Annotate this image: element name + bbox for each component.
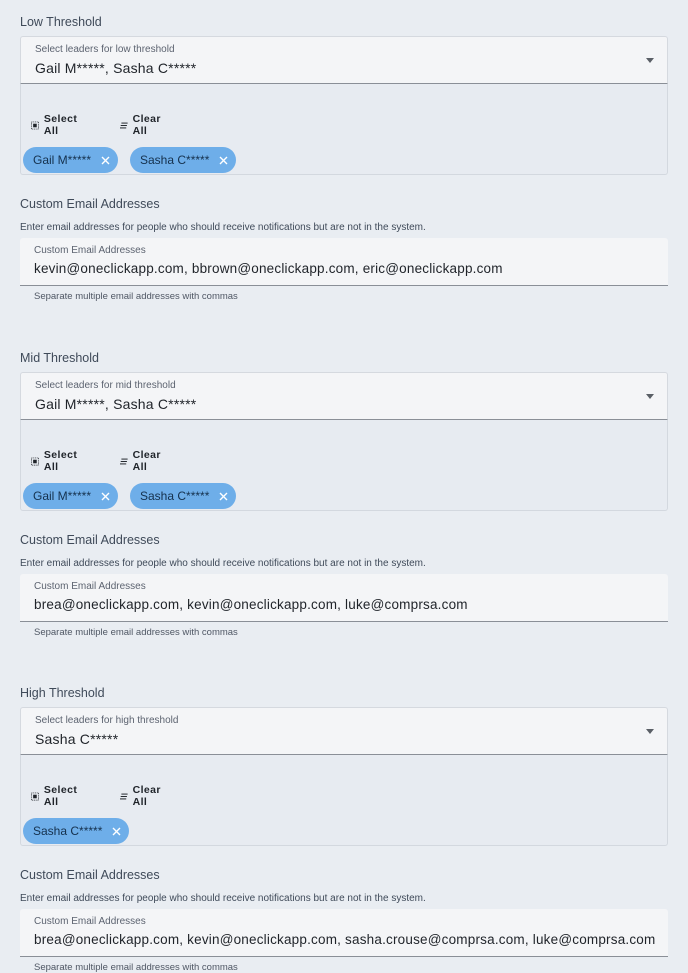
close-icon[interactable] bbox=[112, 827, 121, 836]
custom-email-title: Custom Email Addresses bbox=[20, 197, 160, 211]
chip-label: Gail M***** bbox=[33, 489, 92, 503]
custom-email-title: Custom Email Addresses bbox=[20, 868, 160, 882]
custom-email-label: Custom Email Addresses bbox=[34, 581, 146, 592]
select-all-icon bbox=[31, 457, 39, 465]
custom-email-title: Custom Email Addresses bbox=[20, 533, 160, 547]
chip-label: Sasha C***** bbox=[33, 824, 103, 838]
clear-all-icon bbox=[120, 122, 128, 128]
custom-email-help: Separate multiple email addresses with c… bbox=[34, 291, 238, 302]
custom-email-description: Enter email addresses for people who sho… bbox=[20, 893, 426, 904]
leader-chip[interactable]: Sasha C***** bbox=[130, 483, 237, 509]
custom-email-label: Custom Email Addresses bbox=[34, 245, 146, 256]
select-all-button[interactable]: Select All bbox=[31, 449, 80, 473]
custom-email-value: kevin@oneclickapp.com, bbrown@oneclickap… bbox=[34, 261, 503, 276]
select-all-button[interactable]: Select All bbox=[31, 113, 80, 137]
custom-email-help: Separate multiple email addresses with c… bbox=[34, 627, 238, 638]
selected-chips-panel: Select All Clear All Gail M***** Sasha C… bbox=[20, 84, 668, 175]
clear-all-button[interactable]: Clear All bbox=[120, 784, 164, 808]
select-all-label: Select All bbox=[43, 113, 78, 137]
custom-email-label: Custom Email Addresses bbox=[34, 916, 146, 927]
caret-down-icon[interactable] bbox=[646, 394, 654, 399]
select-value: Sasha C***** bbox=[35, 731, 119, 747]
threshold-settings-page: Low Threshold Select leaders for low thr… bbox=[0, 0, 688, 973]
leaders-select[interactable]: Select leaders for low threshold Gail M*… bbox=[20, 36, 668, 84]
custom-email-value: brea@oneclickapp.com, kevin@oneclickapp.… bbox=[34, 932, 656, 947]
section-title: High Threshold bbox=[20, 686, 105, 700]
select-all-label: Select All bbox=[43, 449, 78, 473]
clear-all-label: Clear All bbox=[132, 449, 161, 473]
select-all-icon bbox=[31, 121, 39, 129]
select-label: Select leaders for mid threshold bbox=[35, 380, 176, 391]
chip-label: Gail M***** bbox=[33, 153, 92, 167]
selected-chips-panel: Select All Clear All Gail M***** Sasha C… bbox=[20, 420, 668, 511]
select-all-label: Select All bbox=[43, 784, 78, 808]
chip-label: Sasha C***** bbox=[140, 153, 210, 167]
caret-down-icon[interactable] bbox=[646, 729, 654, 734]
custom-email-value: brea@oneclickapp.com, kevin@oneclickapp.… bbox=[34, 597, 468, 612]
custom-email-input[interactable]: Custom Email Addresses brea@oneclickapp.… bbox=[20, 574, 668, 622]
clear-all-button[interactable]: Clear All bbox=[120, 449, 164, 473]
custom-email-input[interactable]: Custom Email Addresses brea@oneclickapp.… bbox=[20, 909, 668, 957]
select-all-button[interactable]: Select All bbox=[31, 784, 80, 808]
select-value: Gail M*****, Sasha C***** bbox=[35, 60, 197, 76]
leaders-select[interactable]: Select leaders for mid threshold Gail M*… bbox=[20, 372, 668, 420]
clear-all-button[interactable]: Clear All bbox=[120, 113, 164, 137]
custom-email-help: Separate multiple email addresses with c… bbox=[34, 962, 238, 973]
custom-email-description: Enter email addresses for people who sho… bbox=[20, 558, 426, 569]
close-icon[interactable] bbox=[219, 492, 228, 501]
caret-down-icon[interactable] bbox=[646, 58, 654, 63]
leader-chip[interactable]: Sasha C***** bbox=[23, 818, 130, 844]
close-icon[interactable] bbox=[219, 156, 228, 165]
select-label: Select leaders for high threshold bbox=[35, 715, 179, 726]
close-icon[interactable] bbox=[101, 156, 110, 165]
leader-chip[interactable]: Gail M***** bbox=[23, 483, 119, 509]
leaders-select[interactable]: Select leaders for high threshold Sasha … bbox=[20, 707, 668, 755]
close-icon[interactable] bbox=[101, 492, 110, 501]
clear-all-label: Clear All bbox=[132, 784, 161, 808]
leader-chip[interactable]: Gail M***** bbox=[23, 147, 119, 173]
selected-chips-panel: Select All Clear All Sasha C***** bbox=[20, 755, 668, 846]
select-value: Gail M*****, Sasha C***** bbox=[35, 396, 197, 412]
custom-email-description: Enter email addresses for people who sho… bbox=[20, 222, 426, 233]
clear-all-icon bbox=[120, 793, 128, 799]
select-label: Select leaders for low threshold bbox=[35, 44, 175, 55]
clear-all-label: Clear All bbox=[132, 113, 161, 137]
custom-email-input[interactable]: Custom Email Addresses kevin@oneclickapp… bbox=[20, 238, 668, 286]
chip-label: Sasha C***** bbox=[140, 489, 210, 503]
select-all-icon bbox=[31, 792, 39, 800]
leader-chip[interactable]: Sasha C***** bbox=[130, 147, 237, 173]
section-title: Low Threshold bbox=[20, 15, 102, 29]
clear-all-icon bbox=[120, 458, 128, 464]
section-title: Mid Threshold bbox=[20, 351, 99, 365]
